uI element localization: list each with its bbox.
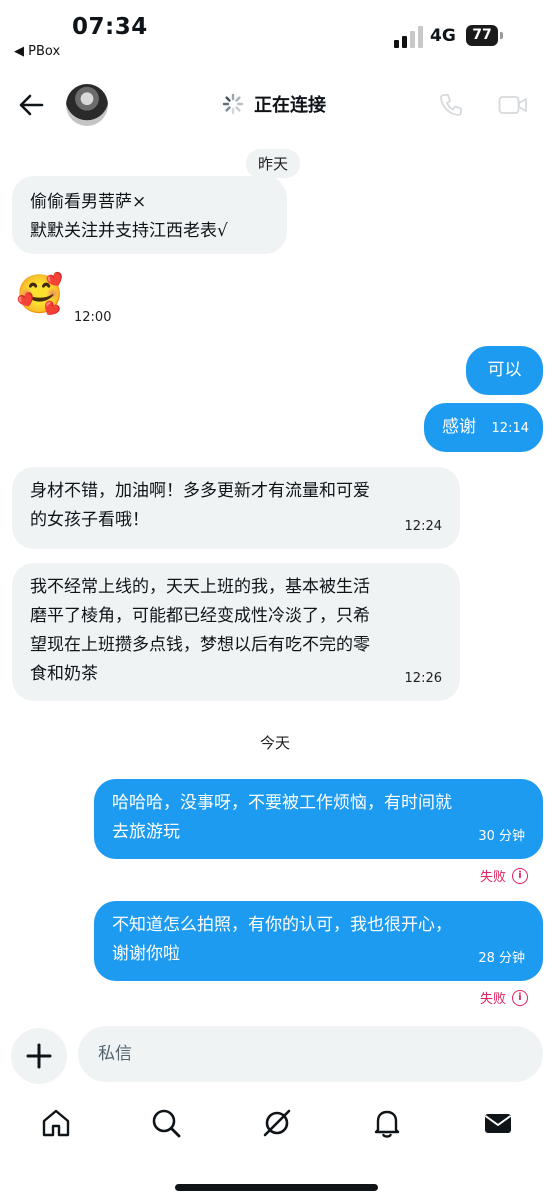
back-arrow-icon[interactable] — [16, 90, 46, 120]
phone-call-icon[interactable] — [438, 92, 464, 118]
date-separator: 今天 — [260, 734, 291, 752]
send-failed-status[interactable]: 失败 i — [480, 866, 528, 885]
battery-icon: 77 — [466, 25, 506, 46]
message-text: 默默关注并支持江西老表√ — [30, 221, 228, 241]
message-received[interactable]: 我不经常上线的，天天上班的我，基本被生活 磨平了棱角，可能都已经变成性冷淡了，只… — [12, 563, 460, 701]
add-attachment-button[interactable] — [11, 1028, 67, 1084]
message-text: 谢谢你啦 — [112, 944, 180, 964]
message-text: 不知道怎么拍照，有你的认可，我也很开心， — [112, 915, 452, 935]
info-icon: i — [512, 989, 528, 1006]
failed-label: 失败 — [479, 870, 506, 885]
failed-label: 失败 — [479, 992, 506, 1007]
message-time: 12:00 — [74, 310, 112, 325]
message-time: 12:24 — [404, 519, 442, 534]
home-indicator — [175, 1184, 378, 1191]
back-to-app-link[interactable]: ◀ PBox — [14, 44, 60, 59]
status-time: 07:34 — [72, 14, 148, 40]
message-received[interactable]: 偷偷看男菩萨× 默默关注并支持江西老表√ — [12, 176, 287, 254]
send-failed-status[interactable]: 失败 i — [480, 988, 528, 1007]
message-text: 可以 — [487, 360, 522, 380]
message-text: 望现在上班攒多点钱，梦想以后有吃不完的零 — [30, 635, 370, 655]
message-input[interactable] — [78, 1026, 543, 1082]
message-text: 偷偷看男菩萨× — [30, 192, 147, 212]
message-text: 去旅游玩 — [112, 822, 180, 842]
connection-status: 正在连接 — [222, 91, 326, 117]
plus-icon — [26, 1043, 52, 1069]
message-text: 哈哈哈，没事呀，不要被工作烦恼，有时间就 — [112, 793, 452, 813]
message-text: 的女孩子看哦！ — [30, 510, 149, 530]
connection-status-text: 正在连接 — [254, 95, 326, 116]
message-sent[interactable]: 哈哈哈，没事呀，不要被工作烦恼，有时间就 去旅游玩 30 分钟 — [94, 779, 543, 859]
message-time: 12:14 — [491, 421, 529, 436]
battery-level: 77 — [466, 25, 498, 46]
search-icon[interactable] — [149, 1106, 183, 1140]
info-icon: i — [512, 867, 528, 884]
message-text: 身材不错，加油啊！多多更新才有流量和可爱 — [30, 481, 370, 501]
message-text: 磨平了棱角，可能都已经变成性冷淡了，只希 — [30, 606, 370, 626]
home-icon[interactable] — [39, 1106, 73, 1140]
emoji-message[interactable]: 🥰 — [16, 270, 63, 318]
message-text: 食和奶茶 — [30, 664, 98, 684]
network-type: 4G — [430, 26, 456, 46]
date-separator: 昨天 — [246, 149, 301, 178]
message-sent[interactable]: 可以 — [466, 346, 543, 395]
message-time: 12:26 — [404, 671, 442, 686]
loading-spinner-icon — [222, 93, 244, 115]
message-sent[interactable]: 不知道怎么拍照，有你的认可，我也很开心， 谢谢你啦 28 分钟 — [94, 901, 543, 981]
messages-icon[interactable] — [481, 1106, 515, 1140]
message-time: 30 分钟 — [478, 829, 525, 844]
grok-icon[interactable] — [260, 1106, 294, 1140]
notifications-icon[interactable] — [370, 1106, 404, 1140]
video-call-icon[interactable] — [498, 94, 528, 116]
message-time: 28 分钟 — [478, 951, 525, 966]
contact-avatar[interactable] — [66, 84, 108, 126]
message-sent[interactable]: 感谢 12:14 — [424, 403, 543, 452]
message-received[interactable]: 身材不错，加油啊！多多更新才有流量和可爱 的女孩子看哦！ 12:24 — [12, 467, 460, 549]
message-text: 我不经常上线的，天天上班的我，基本被生活 — [30, 577, 370, 597]
signal-strength-icon — [394, 26, 423, 48]
